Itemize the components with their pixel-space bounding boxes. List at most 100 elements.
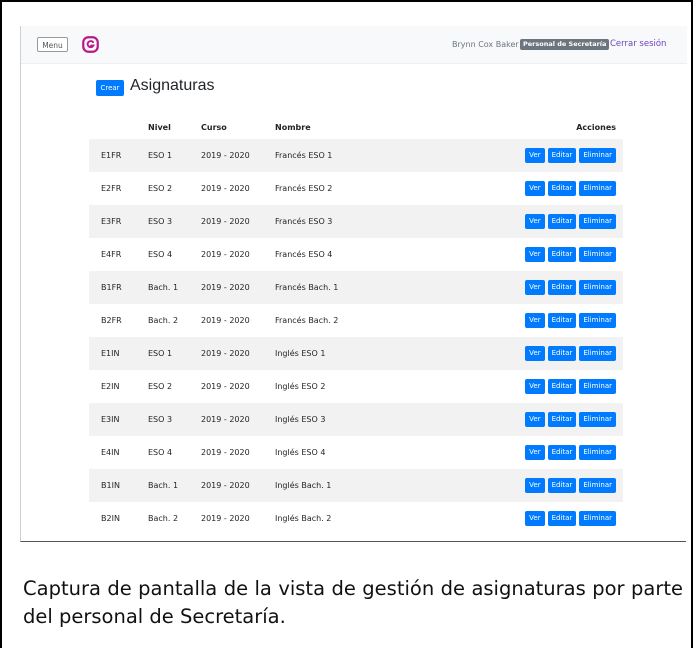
view-button[interactable]: Ver (525, 214, 545, 229)
delete-button[interactable]: Eliminar (579, 313, 616, 328)
subject-nombre: Inglés ESO 3 (275, 415, 326, 424)
header-nombre: Nombre (275, 123, 311, 132)
delete-button[interactable]: Eliminar (579, 280, 616, 295)
edit-button[interactable]: Editar (547, 511, 577, 526)
row-actions: Ver Editar Eliminar (522, 271, 616, 304)
create-button[interactable]: Crear (96, 80, 124, 96)
row-actions: Ver Editar Eliminar (522, 337, 616, 370)
row-actions: Ver Editar Eliminar (522, 304, 616, 337)
edit-button[interactable]: Editar (547, 445, 577, 460)
edit-button[interactable]: Editar (547, 346, 577, 361)
figure-caption: Captura de pantalla de la vista de gesti… (23, 577, 683, 628)
subject-code: E1FR (101, 151, 122, 160)
table-row: B2FR Bach. 2 2019 - 2020 Francés Bach. 2 Ver… (89, 304, 623, 337)
view-button[interactable]: Ver (525, 247, 545, 262)
edit-button[interactable]: Editar (547, 313, 577, 328)
view-button[interactable]: Ver (525, 478, 545, 493)
table-header: Nivel Curso Nombre Acciones (89, 116, 623, 139)
header-nivel: Nivel (148, 123, 171, 132)
row-actions: Ver Editar Eliminar (522, 238, 616, 271)
view-button[interactable]: Ver (525, 280, 545, 295)
subject-nombre: Francés ESO 2 (275, 184, 333, 193)
view-button[interactable]: Ver (525, 346, 545, 361)
table-row: E2IN ESO 2 2019 - 2020 Inglés ESO 2 Ver Edita… (89, 370, 623, 403)
subject-nombre: Inglés Bach. 2 (275, 514, 332, 523)
delete-button[interactable]: Eliminar (579, 379, 616, 394)
subject-curso: 2019 - 2020 (201, 415, 250, 424)
subject-curso: 2019 - 2020 (201, 349, 250, 358)
edit-button[interactable]: Editar (547, 247, 577, 262)
delete-button[interactable]: Eliminar (579, 511, 616, 526)
table-row: E4IN ESO 4 2019 - 2020 Inglés ESO 4 Ver Edita… (89, 436, 623, 469)
row-actions: Ver Editar Eliminar (522, 436, 616, 469)
subject-curso: 2019 - 2020 (201, 448, 250, 457)
subject-nivel: ESO 1 (148, 151, 173, 160)
subject-code: E4IN (101, 448, 120, 457)
delete-button[interactable]: Eliminar (579, 181, 616, 196)
row-actions: Ver Editar Eliminar (522, 403, 616, 436)
subject-nombre: Inglés ESO 1 (275, 349, 326, 358)
view-button[interactable]: Ver (525, 313, 545, 328)
app-screenshot: Menu Brynn Cox Baker Personal de Secreta… (20, 26, 687, 542)
subject-nivel: Bach. 1 (148, 283, 179, 292)
subject-nombre: Inglés ESO 4 (275, 448, 326, 457)
edit-button[interactable]: Editar (547, 478, 577, 493)
subject-curso: 2019 - 2020 (201, 382, 250, 391)
subject-nombre: Francés Bach. 2 (275, 316, 339, 325)
delete-button[interactable]: Eliminar (579, 214, 616, 229)
subject-nombre: Inglés ESO 2 (275, 382, 326, 391)
table-row: E4FR ESO 4 2019 - 2020 Francés ESO 4 Ver Edit… (89, 238, 623, 271)
edit-button[interactable]: Editar (547, 280, 577, 295)
role-badge: Personal de Secretaría (520, 39, 610, 50)
row-actions: Ver Editar Eliminar (522, 502, 616, 535)
subject-curso: 2019 - 2020 (201, 316, 250, 325)
subject-code: B1IN (101, 481, 120, 490)
delete-button[interactable]: Eliminar (579, 478, 616, 493)
logout-link[interactable]: Cerrar sesión (610, 39, 666, 49)
view-button[interactable]: Ver (525, 412, 545, 427)
subject-code: E4FR (101, 250, 122, 259)
subject-nivel: ESO 3 (148, 217, 173, 226)
table-row: B2IN Bach. 2 2019 - 2020 Inglés Bach. 2 Ver E… (89, 502, 623, 535)
view-button[interactable]: Ver (525, 511, 545, 526)
menu-button[interactable]: Menu (37, 37, 68, 52)
edit-button[interactable]: Editar (547, 412, 577, 427)
view-button[interactable]: Ver (525, 148, 545, 163)
subject-nombre: Francés ESO 3 (275, 217, 333, 226)
subject-nivel: ESO 3 (148, 415, 173, 424)
delete-button[interactable]: Eliminar (579, 247, 616, 262)
subject-nombre: Francés Bach. 1 (275, 283, 339, 292)
subject-nivel: ESO 2 (148, 184, 173, 193)
subject-curso: 2019 - 2020 (201, 514, 250, 523)
subject-code: E2FR (101, 184, 122, 193)
subject-curso: 2019 - 2020 (201, 151, 250, 160)
table-row: E3FR ESO 3 2019 - 2020 Francés ESO 3 Ver Edit… (89, 205, 623, 238)
edit-button[interactable]: Editar (547, 181, 577, 196)
edit-button[interactable]: Editar (547, 379, 577, 394)
subject-code: E1IN (101, 349, 120, 358)
page-title: Asignaturas (130, 77, 215, 94)
view-button[interactable]: Ver (525, 445, 545, 460)
header-curso: Curso (201, 123, 227, 132)
delete-button[interactable]: Eliminar (579, 148, 616, 163)
edit-button[interactable]: Editar (547, 148, 577, 163)
delete-button[interactable]: Eliminar (579, 445, 616, 460)
view-button[interactable]: Ver (525, 379, 545, 394)
subject-nivel: ESO 4 (148, 250, 173, 259)
subject-nombre: Francés ESO 4 (275, 250, 333, 259)
subject-code: B2FR (101, 316, 122, 325)
subject-code: B1FR (101, 283, 122, 292)
subject-nombre: Francés ESO 1 (275, 151, 333, 160)
subject-nivel: ESO 4 (148, 448, 173, 457)
view-button[interactable]: Ver (525, 181, 545, 196)
header-acciones: Acciones (576, 123, 616, 132)
table-row: B1IN Bach. 1 2019 - 2020 Inglés Bach. 1 Ver E… (89, 469, 623, 502)
delete-button[interactable]: Eliminar (579, 346, 616, 361)
g-logo-icon[interactable] (82, 36, 99, 53)
edit-button[interactable]: Editar (547, 214, 577, 229)
subject-nivel: ESO 2 (148, 382, 173, 391)
delete-button[interactable]: Eliminar (579, 412, 616, 427)
row-actions: Ver Editar Eliminar (522, 205, 616, 238)
table-row: B1FR Bach. 1 2019 - 2020 Francés Bach. 1 Ver… (89, 271, 623, 304)
subject-code: E3IN (101, 415, 120, 424)
